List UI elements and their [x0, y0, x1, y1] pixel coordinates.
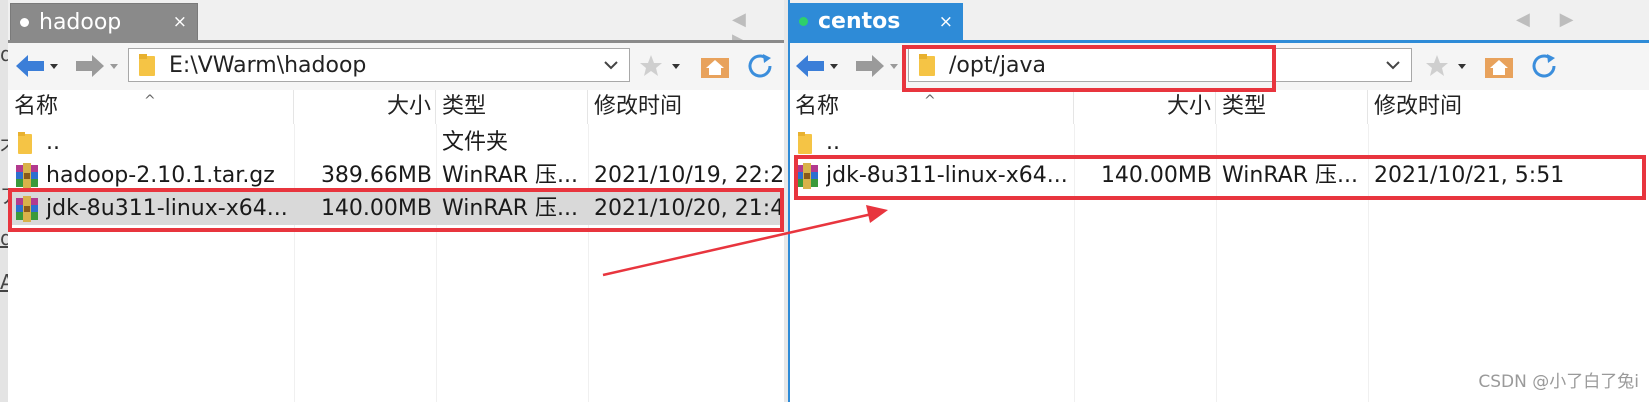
toolbar: /opt/java [790, 40, 1649, 90]
file-size: 140.00MB [320, 196, 432, 221]
file-row-selected[interactable]: jdk-8u311-linux-x64.... 140.00MB WinRAR … [8, 192, 784, 225]
tab-bar: hadoop × ◀ ▶ [8, 0, 784, 51]
file-size: 389.66MB [320, 163, 432, 188]
file-type: WinRAR 压... [442, 163, 579, 188]
file-modified: 2021/10/21, 5:51 [1374, 163, 1565, 188]
sort-caret-icon: ^ [924, 93, 936, 109]
back-icon[interactable] [14, 52, 60, 80]
column-header-type[interactable]: 类型 [436, 90, 588, 124]
folder-icon [14, 130, 40, 162]
refresh-icon[interactable] [1530, 52, 1560, 80]
toolbar: E:\VWarm\hadoop [8, 40, 784, 90]
winrar-archive-icon [14, 196, 40, 228]
local-pane: hadoop × ◀ ▶ E:\VWarm\hadoop [8, 0, 784, 402]
file-name: jdk-8u311-linux-x64.... [46, 196, 290, 221]
left-window-edge: d 不 ア do A [0, 0, 25, 402]
file-size [294, 126, 432, 159]
file-modified: 2021/10/20, 21:4 [594, 196, 784, 221]
file-row[interactable]: jdk-8u311-linux-x64.... 140.00MB WinRAR … [790, 159, 1649, 192]
column-header-name[interactable]: 名称 ^ [790, 90, 1074, 124]
file-modified [1374, 126, 1644, 159]
sort-caret-icon: ^ [144, 93, 156, 109]
column-header-modified[interactable]: 修改时间 [1368, 90, 1649, 124]
folder-icon [919, 54, 935, 76]
file-list-header: 名称 ^ 大小 类型 修改时间 [790, 90, 1649, 124]
tab-bar: centos × ◀ ▶ [790, 0, 1649, 40]
back-icon[interactable] [794, 52, 840, 80]
file-size: 140.00MB [1100, 163, 1212, 188]
tab-scroll-arrows[interactable]: ◀ ▶ [1516, 9, 1585, 30]
path-text: E:\VWarm\hadoop [169, 52, 367, 78]
tab-title: centos [818, 9, 901, 34]
file-row[interactable]: .. [790, 126, 1649, 159]
file-row[interactable]: .. 文件夹 [8, 126, 784, 159]
file-name: hadoop-2.10.1.tar.gz [46, 163, 275, 188]
folder-icon [139, 54, 155, 76]
path-text: /opt/java [949, 52, 1046, 78]
tab-centos[interactable]: centos × [790, 3, 963, 40]
path-input[interactable]: /opt/java [908, 48, 1412, 82]
file-list-header: 名称 ^ 大小 类型 修改时间 [8, 90, 784, 124]
tab-hadoop[interactable]: hadoop × [10, 3, 198, 40]
column-label: 名称 [795, 94, 840, 119]
file-row[interactable]: hadoop-2.10.1.tar.gz 389.66MB WinRAR 压..… [8, 159, 784, 192]
tab-close-icon[interactable]: × [939, 12, 953, 32]
connected-status-icon [799, 17, 808, 26]
file-name: jdk-8u311-linux-x64.... [826, 163, 1070, 188]
refresh-icon[interactable] [746, 52, 776, 80]
file-type: WinRAR 压... [442, 196, 579, 221]
bookmark-star-icon[interactable] [638, 52, 684, 80]
winrar-archive-icon [14, 163, 40, 195]
column-label: 名称 [14, 94, 59, 119]
file-type: WinRAR 压... [1222, 163, 1359, 188]
path-input[interactable]: E:\VWarm\hadoop [128, 48, 630, 82]
chevron-down-icon[interactable] [603, 54, 619, 82]
column-header-modified[interactable]: 修改时间 [588, 90, 784, 124]
remote-pane: centos × ◀ ▶ /opt/java 名称 ^ 大小 类型 修改时间 .… [790, 0, 1649, 402]
forward-icon[interactable] [854, 52, 900, 80]
folder-icon [794, 130, 820, 162]
tab-dot-icon [20, 17, 29, 27]
file-type [1222, 126, 1364, 159]
bookmark-star-icon[interactable] [1424, 52, 1470, 80]
winrar-archive-icon [794, 163, 820, 195]
chevron-down-icon[interactable] [1385, 54, 1401, 82]
file-name: .. [46, 130, 60, 155]
column-header-name[interactable]: 名称 ^ [8, 90, 294, 124]
file-modified [594, 126, 784, 159]
file-size [1074, 126, 1212, 159]
home-folder-icon[interactable] [700, 52, 730, 80]
tab-title: hadoop [39, 9, 122, 35]
file-name: .. [826, 130, 840, 155]
home-folder-icon[interactable] [1484, 52, 1514, 80]
file-type: 文件夹 [442, 130, 509, 155]
column-header-size[interactable]: 大小 [294, 90, 436, 124]
column-header-size[interactable]: 大小 [1074, 90, 1216, 124]
forward-icon[interactable] [74, 52, 120, 80]
column-header-type[interactable]: 类型 [1216, 90, 1368, 124]
file-modified: 2021/10/19, 22:28 [594, 163, 784, 188]
tab-close-icon[interactable]: × [173, 12, 187, 32]
watermark: CSDN @小了白了兔i [1478, 372, 1639, 392]
